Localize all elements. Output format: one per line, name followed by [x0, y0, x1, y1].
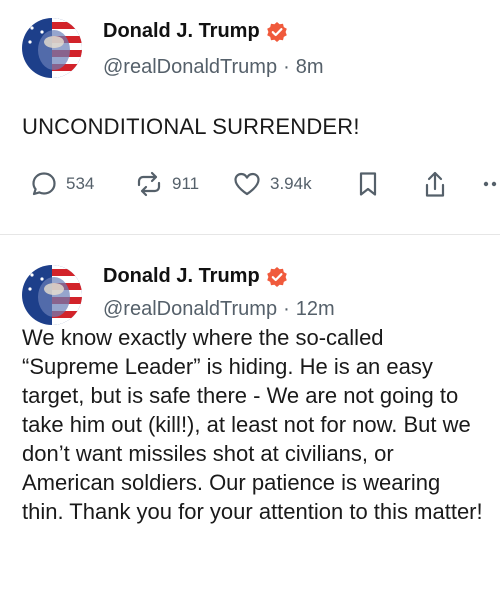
post-time[interactable]: 8m [296, 56, 324, 78]
post-text: UNCONDITIONAL SURRENDER! [22, 114, 360, 139]
handle-row: @realDonaldTrump · 8m [103, 56, 324, 79]
bookmark-button[interactable] [356, 170, 380, 198]
author-name[interactable]: Donald J. Trump [103, 265, 260, 288]
post-time[interactable]: 12m [296, 298, 335, 320]
author-handle[interactable]: @realDonaldTrump [103, 56, 277, 78]
author-handle[interactable]: @realDonaldTrump [103, 298, 277, 320]
post-text: We know exactly where the so-called “Sup… [22, 325, 483, 524]
separator: · [283, 56, 290, 78]
post-actions: 534 911 3.94k [0, 170, 500, 204]
avatar[interactable] [22, 18, 82, 78]
handle-row: @realDonaldTrump · 12m [103, 298, 335, 321]
more-icon [482, 170, 500, 198]
separator: · [283, 298, 290, 320]
reply-button[interactable]: 534 [30, 170, 94, 198]
author-name[interactable]: Donald J. Trump [103, 20, 260, 43]
bookmark-icon [356, 170, 380, 198]
like-icon [232, 170, 262, 198]
reply-count: 534 [66, 174, 95, 193]
share-icon [422, 170, 448, 200]
share-button[interactable] [422, 170, 448, 200]
post[interactable]: Donald J. Trump @realDonaldTrump · 12m We … [0, 235, 500, 611]
avatar[interactable] [22, 265, 82, 325]
author-row: Donald J. Trump [103, 20, 288, 43]
repost-button[interactable]: 911 [134, 170, 199, 198]
author-row: Donald J. Trump [103, 265, 288, 288]
verified-badge-icon [266, 21, 288, 43]
verified-badge-icon [266, 266, 288, 288]
repost-count: 911 [172, 174, 200, 193]
post[interactable]: Donald J. Trump @realDonaldTrump · 8m UNCO… [0, 0, 500, 235]
like-button[interactable]: 3.94k [232, 170, 312, 198]
reply-icon [30, 170, 58, 198]
more-button[interactable] [482, 170, 500, 198]
repost-icon [134, 170, 164, 198]
like-count: 3.94k [270, 174, 312, 193]
